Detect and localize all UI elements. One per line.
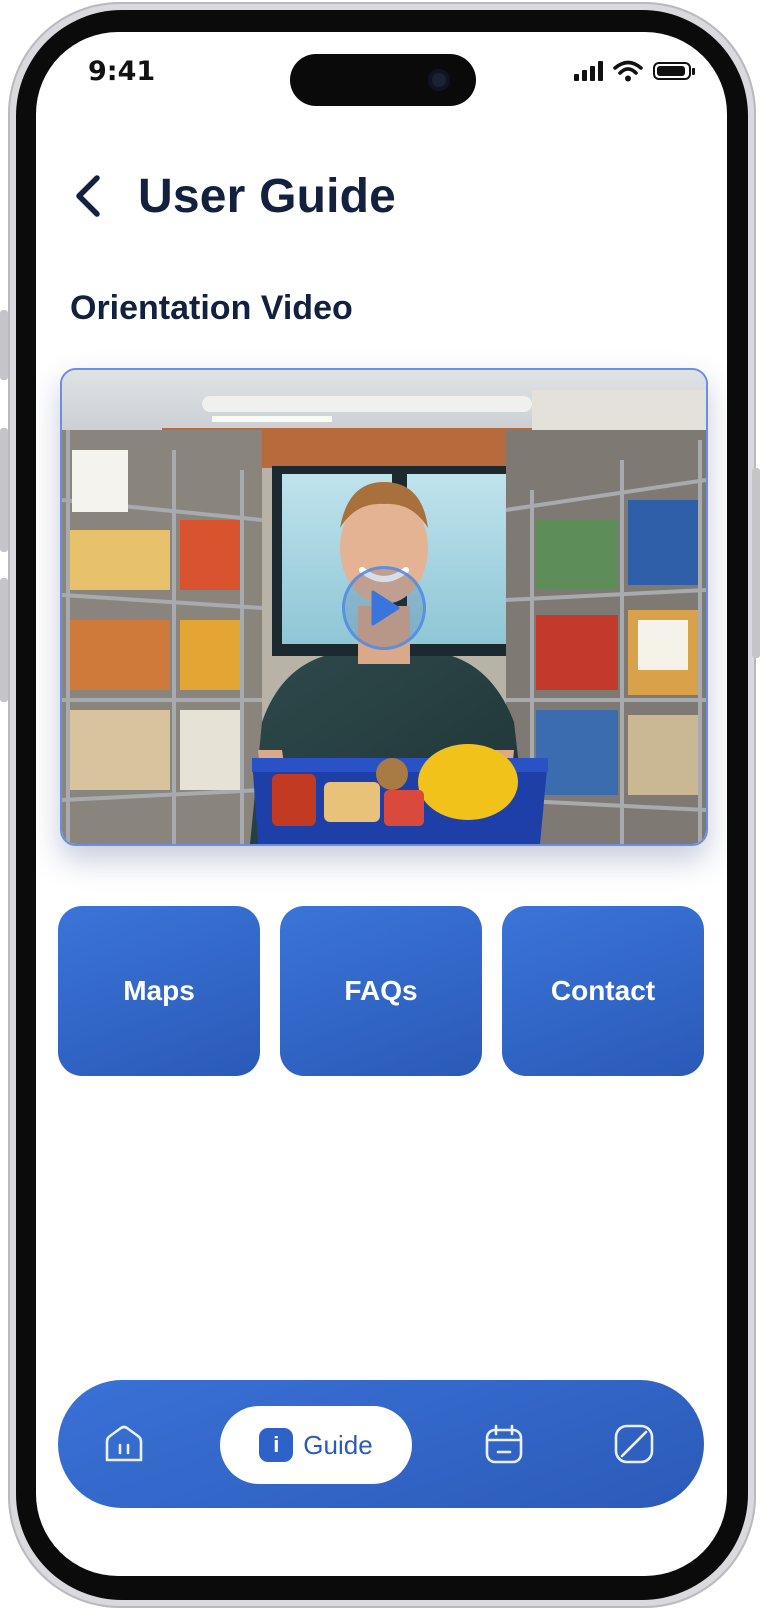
quick-links: Maps FAQs Contact [58, 906, 704, 1076]
faqs-button[interactable]: FAQs [280, 906, 482, 1076]
side-button [752, 468, 760, 658]
orientation-video[interactable] [60, 368, 708, 846]
header: User Guide [66, 168, 396, 224]
nav-other[interactable] [604, 1414, 664, 1474]
back-button[interactable] [66, 168, 110, 224]
chevron-left-icon [76, 175, 100, 217]
status-time: 9:41 [88, 56, 156, 87]
side-button [0, 310, 8, 380]
info-icon: i [259, 1428, 294, 1462]
nav-calendar[interactable] [474, 1414, 534, 1474]
maps-button[interactable]: Maps [58, 906, 260, 1076]
play-icon [371, 590, 400, 626]
contact-button[interactable]: Contact [502, 906, 704, 1076]
screen: 9:41 User Guide Orientation Video Maps F… [36, 32, 727, 1576]
slash-square-icon [614, 1424, 654, 1464]
camera-icon [428, 69, 450, 91]
side-button [0, 578, 8, 702]
nav-home[interactable] [94, 1414, 154, 1474]
status-icons [574, 60, 695, 82]
bottom-navbar: i Guide [58, 1380, 704, 1508]
home-icon [105, 1425, 143, 1462]
page-title: User Guide [138, 169, 397, 223]
status-bar: 9:41 [36, 32, 727, 122]
side-button [0, 428, 8, 552]
nav-guide[interactable]: i Guide [220, 1406, 412, 1484]
dynamic-island [290, 54, 476, 106]
calendar-icon [485, 1424, 523, 1464]
cellular-signal-icon [574, 61, 603, 81]
section-title: Orientation Video [70, 289, 353, 327]
battery-icon [653, 62, 695, 80]
wifi-icon [613, 60, 643, 82]
play-button[interactable] [342, 566, 426, 650]
nav-guide-label: Guide [303, 1429, 373, 1460]
